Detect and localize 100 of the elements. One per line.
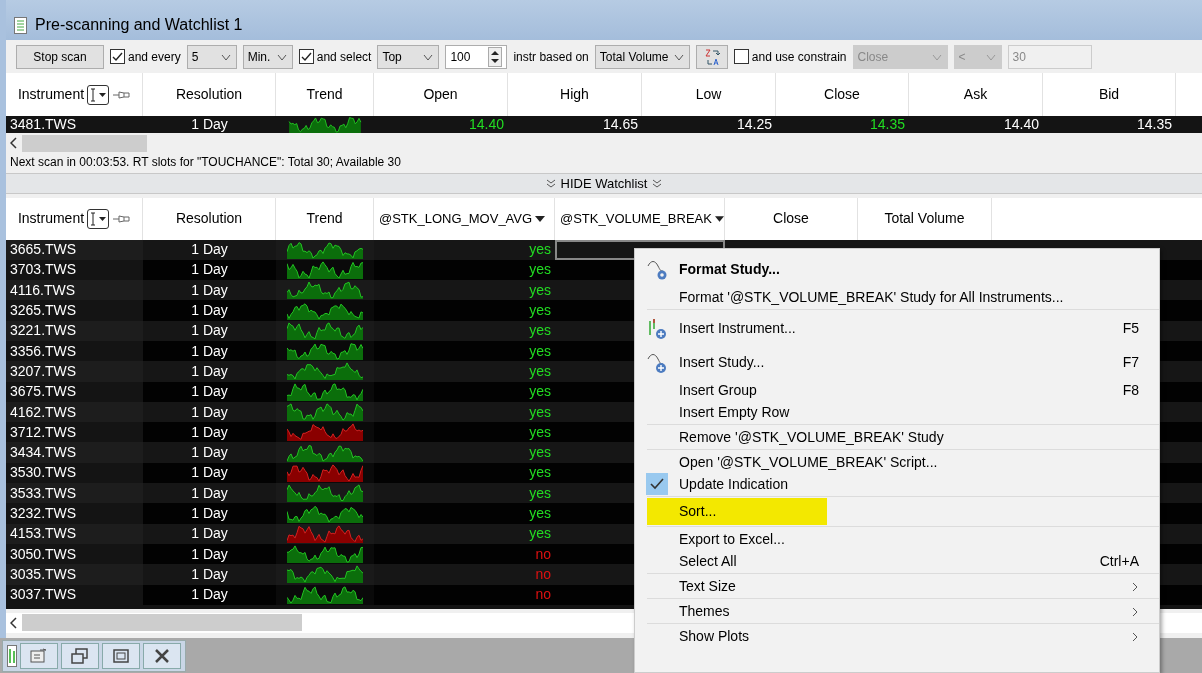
dropdown[interactable]: Top [377,44,440,69]
hide-watchlist-bar[interactable]: HIDE Watchlist [6,173,1202,195]
table-cell-text: yes [528,382,552,402]
add-instrument-icon [646,317,668,339]
double-chevron-icon[interactable] [544,178,557,190]
dropdown[interactable]: Total Volume [594,44,690,69]
spinner-arrows-icon[interactable] [488,46,503,67]
pin-icon[interactable] [112,213,131,224]
table-cell-text: yes [528,504,552,523]
column-header[interactable]: @STK_VOLUME_BREAK [560,208,712,229]
scrollbar-thumb[interactable] [22,134,147,152]
column-header[interactable]: Close [824,84,860,105]
export-icon[interactable] [30,647,48,664]
table-cell: 3533.TWS [6,483,143,504]
table-cell-text: 1 Day [190,585,229,605]
caret-icon[interactable] [535,214,546,223]
dropdown: < [953,44,1002,69]
table-cell-text: yes [528,402,552,422]
scroll-left-icon[interactable] [10,616,18,629]
table-cell-text: 1 Day [190,504,229,523]
checkbox[interactable]: and use constrain [733,47,847,66]
chart-icon[interactable] [7,644,17,667]
table-cell-text: yes [528,301,552,321]
sort-icon[interactable] [702,47,721,66]
column-header[interactable]: Resolution [175,84,243,105]
table-cell-text: no [534,564,552,584]
table-cell: 3665.TWS [6,239,143,260]
table-cell-text: 1 Day [190,564,229,584]
table-cell: 3703.TWS [6,259,143,281]
table-cell-text: 14.35 [1135,116,1173,133]
column-header[interactable]: Trend [306,208,343,229]
table-cell: 3232.TWS [6,503,143,524]
table-cell-text: 14.40 [467,116,505,133]
close-icon[interactable] [154,647,170,664]
table-cell: 3037.TWS [6,584,143,605]
table-cell-text: no [534,585,552,605]
selected-cell[interactable] [555,239,725,260]
restore-button[interactable] [61,642,99,669]
close-button[interactable] [143,642,181,669]
table-cell: 3207.TWS [6,361,143,382]
scrollbar-thumb[interactable] [22,614,302,632]
pin-icon[interactable] [112,89,131,100]
table-cell: 3434.TWS [6,442,143,463]
column-header[interactable]: Trend [306,84,343,105]
column-header[interactable]: @STK_LONG_MOV_AVG [379,208,533,229]
stop-scan-button[interactable]: Stop scan [16,44,104,69]
scroll-left-icon[interactable] [10,137,18,149]
table-cell-text: yes [528,443,552,463]
table-cell-text: 1 Day [190,280,229,300]
table-cell-text: 1 Day [190,301,229,321]
column-header[interactable]: Low [695,84,722,105]
menu-item[interactable]: Show Plots [635,625,1159,647]
column-header[interactable]: Total Volume [884,208,965,229]
checkbox[interactable]: and every [110,47,181,66]
table-cell: 4153.TWS [6,523,143,544]
column-header[interactable]: Close [773,208,809,229]
table-cell-text: 1 Day [190,544,229,564]
checkbox[interactable]: and select [298,47,372,66]
dropdown[interactable]: Min. [242,44,293,69]
column-header[interactable]: Instrument [17,84,85,105]
table-cell-text: no [534,544,552,564]
column-header[interactable]: High [560,84,589,105]
table-cell-text: 1 Day [190,483,229,503]
table-cell-text: yes [528,260,552,280]
check-icon[interactable] [111,50,124,63]
table-cell-text: 1 Day [190,260,229,280]
dropdown[interactable]: 5 [186,44,237,69]
table-cell-text: 14.25 [735,116,773,133]
table-cell-text: 1 Day [190,382,229,402]
menu-item[interactable]: Insert Empty Row [635,401,1159,423]
number-spinner[interactable]: 100 [445,44,508,69]
table-cell-text: 1 Day [190,402,229,422]
window-title: Pre-scanning and Watchlist 1 [35,15,243,35]
table-cell-text: 1 Day [190,321,229,341]
column-header[interactable]: Bid [1098,84,1120,105]
column-header[interactable]: Ask [963,84,988,105]
table-row[interactable]: 3481.TWS 1 Day 14.40 14.65 14.25 14.35 14.40 14.35 [6,116,1202,133]
table-cell: 3712.TWS [6,422,143,443]
table-cell-text: yes [528,321,552,341]
menu-item[interactable]: Insert Group F8 [635,379,1159,401]
based-on-label: instr based on [513,48,589,66]
table-cell: 4162.TWS [6,401,143,423]
caret-icon[interactable] [714,214,724,223]
maximize-button[interactable] [102,642,140,669]
table-cell: 3530.TWS [6,462,143,484]
column-header[interactable]: Instrument [17,208,85,229]
table-cell: 3035.TWS [6,564,143,585]
table-cell-text: 1 Day [190,341,229,361]
sort-button[interactable] [695,44,728,69]
add-study-icon [646,351,668,373]
export-button[interactable] [20,642,58,669]
table-cell-text: yes [528,361,552,381]
maximize-icon[interactable] [113,648,129,663]
table-cell-text: 1 Day [190,240,229,260]
restore-icon[interactable] [71,647,89,664]
double-chevron-icon[interactable] [651,178,664,190]
column-header[interactable]: Open [423,84,458,105]
table-cell-text: 14.40 [1002,116,1040,133]
column-header[interactable]: Resolution [175,208,243,229]
check-icon[interactable] [299,50,313,63]
